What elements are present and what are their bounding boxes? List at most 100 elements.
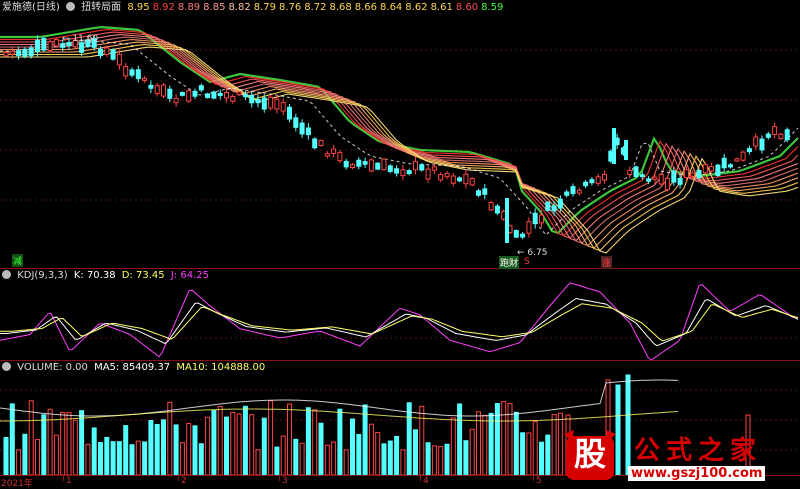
candle: [539, 214, 544, 224]
volume-bar: [224, 416, 229, 475]
volume-bar: [192, 425, 198, 475]
x-label-2: 2: [181, 476, 187, 486]
stock-title[interactable]: 爱施德(日线): [2, 2, 60, 13]
candle: [759, 138, 765, 151]
candle: [186, 90, 192, 102]
candle: [274, 98, 280, 110]
candle: [431, 166, 437, 171]
candle: [520, 233, 526, 238]
candle: [753, 136, 759, 147]
candle: [740, 151, 746, 161]
candle: [362, 161, 368, 165]
candle: [583, 181, 589, 187]
x-label-2021: 2021年: [1, 479, 33, 489]
volume-bar: [72, 419, 78, 475]
candle: [463, 173, 469, 185]
candle: [224, 92, 229, 99]
candle: [192, 90, 198, 97]
main-header: 爱施德(日线) 扭转局面 8.95 8.92 8.89 8.85 8.82 8.79 8.7…: [2, 1, 509, 14]
volume-header: VOLUME: 0.00 MA5: 85409.37 MA10: 104888.…: [2, 361, 268, 374]
candle: [154, 85, 160, 95]
volume-bar: [318, 422, 324, 475]
volume-bar: [186, 422, 192, 475]
candle: [268, 96, 274, 109]
x-label-5: 5: [536, 476, 542, 486]
candle: [646, 178, 652, 182]
candle: [690, 172, 696, 177]
candlestick-panel[interactable]: 爱施德(日线) 扭转局面 8.95 8.92 8.89 8.85 8.82 8.79 8.7…: [0, 0, 800, 269]
kdj-k-value: K: 70.38: [73, 270, 116, 281]
volume-bar: [9, 403, 15, 475]
volume-bar: [324, 444, 330, 475]
volume-bar: [173, 424, 179, 475]
candle: [98, 48, 103, 57]
volume-bar: [41, 414, 47, 475]
candle: [765, 133, 771, 138]
volume-bar: [53, 434, 59, 475]
volume-ma10: MA10: 104888.00: [176, 362, 266, 373]
ma-value: 8.61: [430, 2, 453, 13]
volume-bar: [255, 449, 261, 475]
candle: [287, 106, 292, 120]
volume-bar: [22, 433, 28, 475]
ma-values: 8.95 8.92 8.89 8.85 8.82 8.79 8.76 8.72 8.68 8.66…: [127, 2, 506, 13]
ma-value: 8.59: [481, 2, 504, 13]
candle: [784, 129, 790, 141]
candle: [658, 173, 664, 185]
volume-bar: [457, 403, 463, 475]
candle: [677, 177, 683, 185]
low-label: ← 6.75: [517, 248, 548, 258]
volume-bar: [312, 409, 318, 475]
candle: [438, 174, 444, 181]
volume-bar: [129, 444, 135, 475]
volume-bar: [305, 407, 311, 475]
candle: [488, 201, 494, 211]
candle: [9, 50, 15, 55]
candle: [47, 41, 53, 52]
volume-bar: [539, 441, 544, 475]
kdj-title[interactable]: KDJ(9,3,3): [17, 270, 67, 281]
candle: [343, 160, 349, 168]
candle: [728, 164, 733, 168]
volume-bar: [375, 431, 381, 475]
kdj-j-value: J: 64.25: [170, 270, 209, 281]
candle: [746, 148, 752, 153]
gear-icon[interactable]: [2, 362, 11, 371]
indicator-title[interactable]: 扭转局面: [81, 2, 121, 13]
volume-bar: [35, 439, 40, 475]
candle: [35, 39, 40, 53]
candle: [696, 170, 702, 179]
candle: [564, 191, 570, 196]
volume-bar: [526, 432, 532, 475]
candle: [639, 174, 645, 178]
volume-bar: [293, 438, 299, 475]
volume-bar: [482, 414, 488, 475]
candle: [179, 92, 185, 96]
candle: [110, 49, 116, 60]
volume-bar: [381, 443, 387, 475]
volume-bar: [161, 419, 166, 475]
candlestick-chart[interactable]: [0, 0, 800, 268]
volume-title[interactable]: VOLUME: 0.00: [17, 362, 88, 373]
volume-bar: [331, 441, 337, 475]
gear-icon[interactable]: [2, 270, 11, 279]
volume-bar: [47, 408, 53, 475]
x-label-4: 4: [423, 476, 429, 486]
candle: [280, 102, 286, 112]
volume-bar: [230, 411, 236, 475]
volume-bar: [431, 445, 437, 475]
ma-line: [0, 41, 799, 249]
volume-bar: [135, 440, 141, 475]
volume-bar: [242, 405, 248, 475]
volume-bar: [3, 437, 9, 475]
volume-bar: [211, 410, 217, 475]
kdj-panel[interactable]: KDJ(9,3,3) K: 70.38 D: 73.45 J: 64.25: [0, 268, 800, 360]
volume-bar: [79, 410, 85, 475]
logo-char: 股: [573, 435, 606, 473]
gear-icon[interactable]: [66, 2, 75, 11]
candle: [589, 179, 595, 184]
volume-bar: [356, 433, 362, 475]
volume-bar: [532, 421, 538, 475]
candle: [425, 168, 431, 180]
candle: [79, 42, 85, 53]
